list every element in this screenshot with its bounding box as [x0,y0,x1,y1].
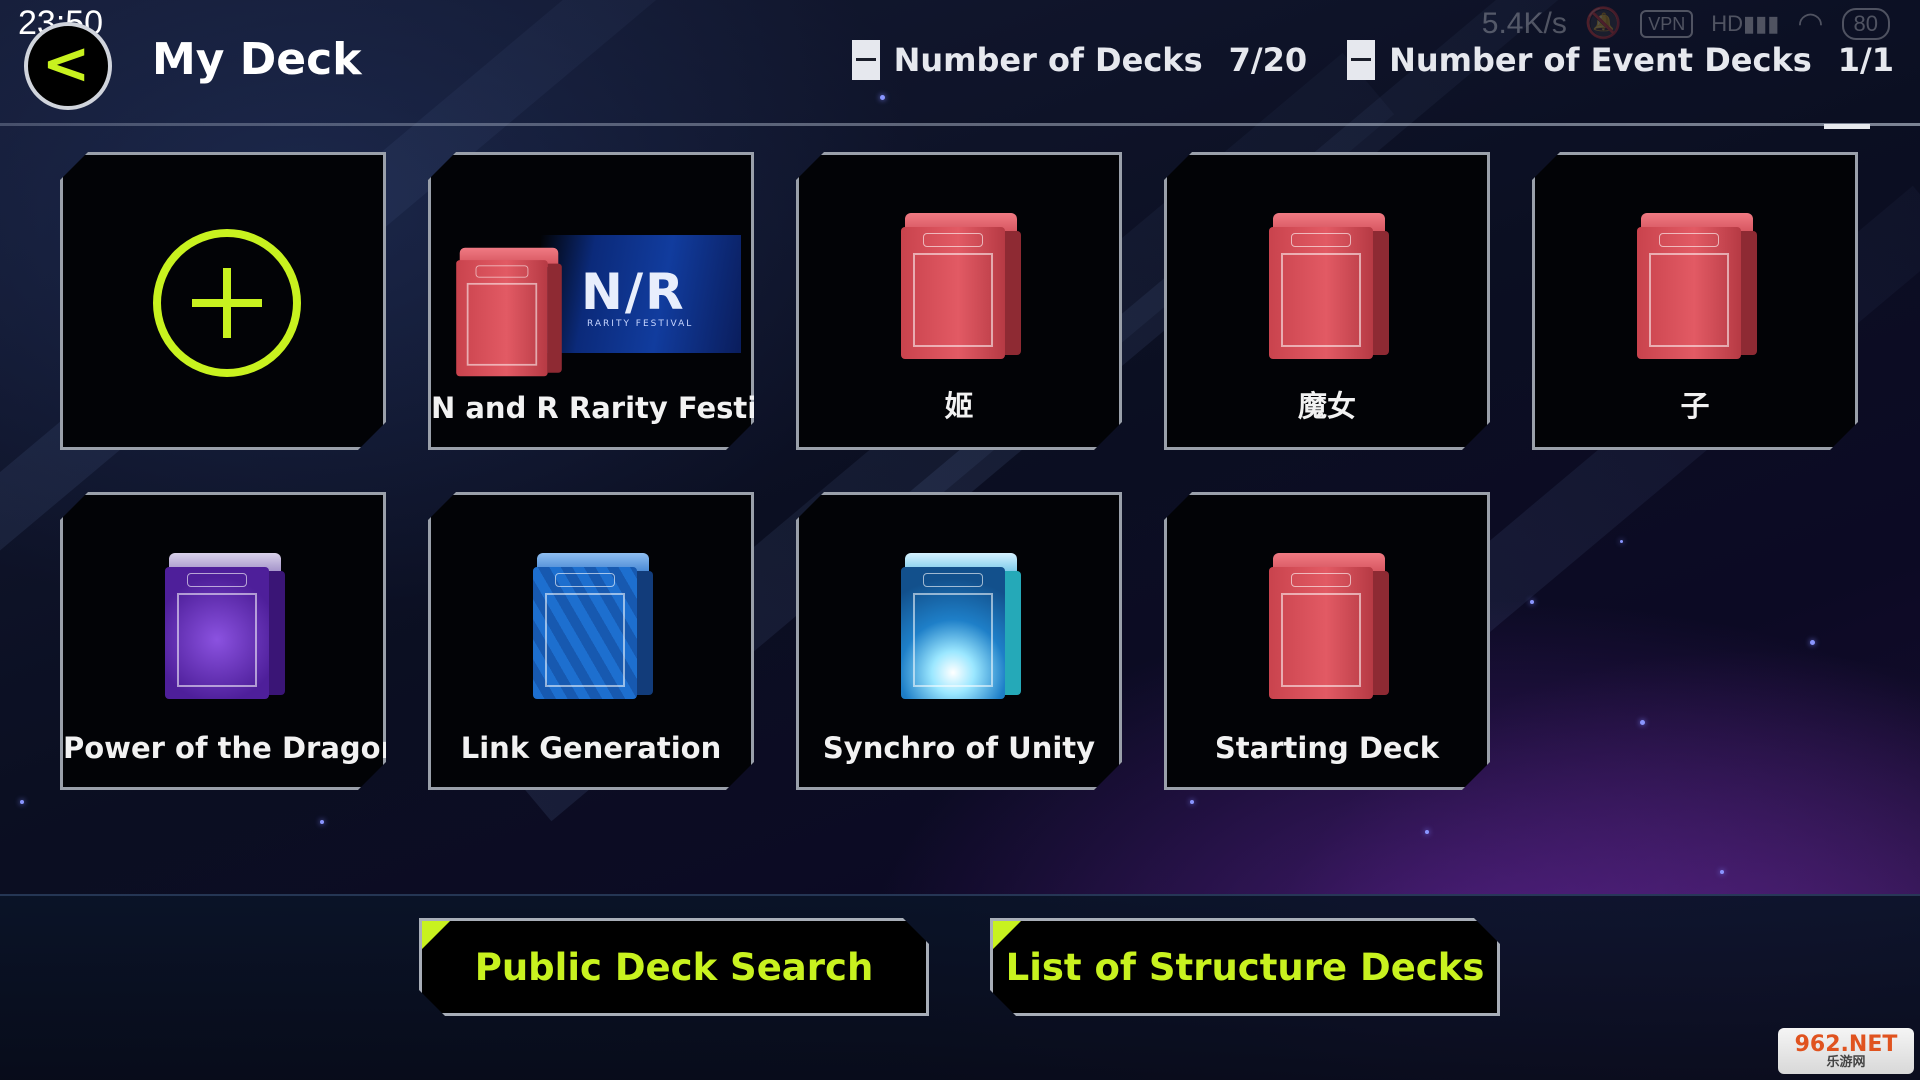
event-deck-count-icon [1347,40,1376,80]
deck-box-icon [901,213,1021,359]
deck-box-icon [1269,553,1389,699]
structure-decks-button[interactable]: List of Structure Decks [990,918,1500,1016]
deck-name: Power of the Dragon [63,731,402,765]
create-deck-tile[interactable] [60,152,386,450]
deck-box-icon [901,553,1021,699]
deck-box-icon [533,553,653,699]
vpn-badge: VPN [1640,9,1694,38]
deck-box-icon [165,553,285,699]
scroll-indicator [1824,124,1870,129]
deck-tile[interactable]: Synchro of Unity [796,492,1122,790]
deck-name: Link Generation [460,731,722,765]
deck-name: N and R Rarity Festival [431,391,806,425]
signal-icon: HD▮▮▮ [1711,10,1780,36]
decks-value: 7/20 [1228,41,1308,79]
bottom-bar-divider [0,894,1920,896]
deck-tile[interactable]: Starting Deck [1164,492,1490,790]
header-divider [0,123,1920,126]
bottom-bar [0,894,1920,1080]
status-bar-icons: 5.4K/s 🔕 VPN HD▮▮▮ ◠ 80 [1482,6,1890,41]
deck-box-icon [1269,213,1389,359]
deck-tile[interactable]: 子 [1532,152,1858,450]
deck-box-icon [456,248,562,376]
back-button[interactable]: < [24,22,112,110]
deck-name: Synchro of Unity [822,731,1096,765]
deck-tile[interactable]: Link Generation [428,492,754,790]
chevron-left-icon: < [41,29,91,97]
site-watermark-logo: 962.NET 乐游网 [1778,1028,1914,1074]
decks-label: Number of Decks [893,41,1203,79]
deck-name: 魔女 [1297,389,1356,423]
event-decks-value: 1/1 [1837,41,1894,79]
deck-box-icon [1637,213,1757,359]
deck-name: Starting Deck [1214,731,1440,765]
deck-tile[interactable]: Power of the Dragon [60,492,386,790]
deck-name: 姬 [944,389,974,423]
deck-count-icon [851,40,880,80]
deck-counters: Number of Decks 7/20 Number of Event Dec… [851,40,1894,80]
deck-tile[interactable]: N/R RARITY FESTIVAL N and R Rarity Festi… [428,152,754,450]
plus-circle-icon [153,229,301,377]
battery-indicator: 80 [1841,7,1890,40]
net-speed: 5.4K/s [1481,6,1567,40]
page-title: My Deck [152,34,362,85]
public-deck-search-button[interactable]: Public Deck Search [419,918,929,1016]
deck-tile[interactable]: 魔女 [1164,152,1490,450]
deck-name: 子 [1680,389,1710,423]
event-decks-label: Number of Event Decks [1389,41,1812,79]
wifi-icon: ◠ [1797,7,1824,40]
mute-icon: 🔕 [1584,7,1623,40]
event-banner-subtitle: RARITY FESTIVAL [587,319,694,329]
deck-tile[interactable]: 姬 [796,152,1122,450]
event-banner-title: N/R [581,263,686,321]
